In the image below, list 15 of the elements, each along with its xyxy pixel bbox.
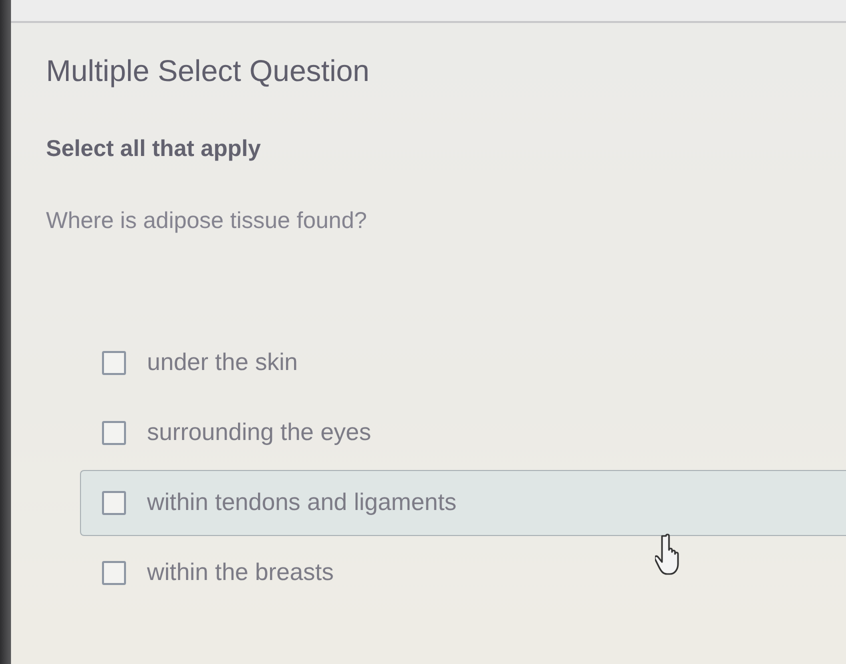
checkbox[interactable] [102, 561, 126, 585]
answer-option[interactable]: within the breasts [80, 540, 846, 606]
answer-option[interactable]: surrounding the eyes [80, 400, 846, 466]
question-text: Where is adipose tissue found? [46, 206, 368, 235]
checkbox[interactable] [102, 491, 126, 515]
answer-option[interactable]: within tendons and ligaments [80, 470, 846, 536]
question-type-heading: Multiple Select Question [46, 54, 370, 90]
option-label: surrounding the eyes [147, 419, 372, 447]
checkbox[interactable] [102, 421, 126, 445]
option-label: under the skin [147, 349, 298, 377]
instruction-text: Select all that apply [46, 134, 262, 163]
option-label: within tendons and ligaments [147, 489, 457, 517]
answer-option[interactable]: under the skin [80, 330, 846, 396]
checkbox[interactable] [102, 351, 126, 375]
option-label: within the breasts [147, 559, 334, 587]
